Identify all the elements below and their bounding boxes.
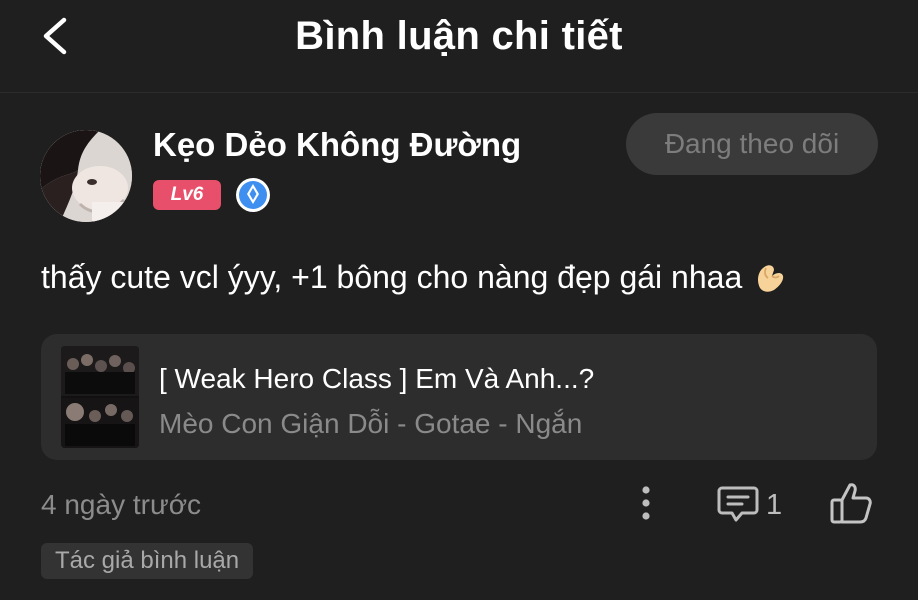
page-title: Bình luận chi tiết [295, 14, 623, 58]
top-bar: Bình luận chi tiết [0, 0, 918, 93]
comment-text: thấy cute vcl ýyy, +1 bông cho nàng đẹp … [41, 258, 788, 296]
story-subtitle: Mèo Con Giận Dỗi - Gotae - Ngắn [159, 408, 583, 439]
reply-icon[interactable] [716, 484, 760, 524]
following-button[interactable]: Đang theo dõi [626, 113, 878, 175]
avatar-image [40, 130, 132, 222]
thumbs-up-icon[interactable] [828, 480, 874, 526]
story-cover-image [61, 346, 139, 448]
author-tag-badge: Tác giả bình luận [41, 543, 254, 579]
comment-timestamp: 4 ngày trước [41, 489, 202, 520]
story-title: [ Weak Hero Class ] Em Và Anh...? [159, 363, 595, 394]
pinching-hand-emoji-icon [758, 265, 784, 292]
linked-story-card[interactable]: [ Weak Hero Class ] Em Và Anh...? Mèo Co… [41, 334, 877, 460]
comment-body: thấy cute vcl ýyy, +1 bông cho nàng đẹp … [41, 259, 743, 295]
verified-badge-icon [236, 178, 270, 212]
more-options-icon[interactable] [632, 484, 660, 524]
username[interactable]: Kẹo Dẻo Không Đường [153, 126, 521, 164]
reply-count: 1 [766, 489, 783, 521]
avatar[interactable] [40, 130, 132, 222]
level-badge: Lv6 [153, 180, 221, 210]
